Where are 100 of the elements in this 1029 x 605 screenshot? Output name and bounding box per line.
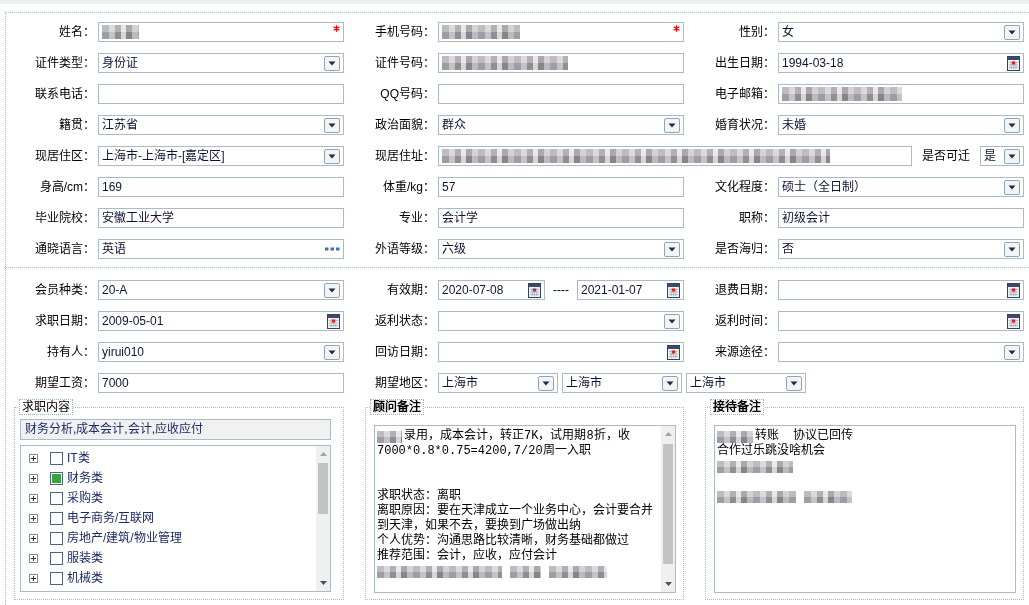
expand-icon[interactable]	[29, 573, 38, 583]
expand-icon[interactable]	[29, 553, 38, 563]
field-label: 政治面貌：	[374, 117, 436, 133]
date-field[interactable]	[778, 311, 1024, 331]
calendar-icon[interactable]	[327, 313, 340, 329]
date-field[interactable]	[438, 342, 684, 362]
scrollbar-thumb[interactable]	[663, 444, 673, 564]
select-field[interactable]: 上海市	[686, 373, 806, 393]
group-legend: 顾问备注	[370, 399, 424, 415]
text-field[interactable]	[438, 146, 912, 166]
notes-textarea[interactable]: 录用，成本会计，转正7K，试用期8折，收 7000*0.8*0.75=4200,7/20周一入职 求职状态：离职 离职原因：要在天津成立一个业务中心，会计要合并 到天津，如果不去，要换到广场做出纳 个人优势：沟通思路比较清晰，财务基础都做过 推荐范围：会计，应收，应付会计	[374, 425, 676, 593]
field-label: 婚育状况：	[714, 117, 776, 133]
category-label[interactable]: 电子商务/互联网	[67, 510, 155, 526]
select-field[interactable]	[438, 311, 684, 331]
text-field[interactable]	[778, 84, 1024, 104]
picker-field[interactable]: 英语	[98, 239, 344, 259]
scroll-down-icon[interactable]	[664, 582, 672, 586]
select-field[interactable]: 女	[778, 22, 1024, 42]
scrollbar-thumb[interactable]	[318, 463, 328, 514]
category-label[interactable]: 财务类	[67, 470, 103, 486]
field-label: 通晓语言：	[34, 241, 96, 257]
select-field[interactable]: 未婚	[778, 115, 1024, 135]
field-caption: 是否可迁	[922, 148, 970, 164]
text-field[interactable]: 57	[438, 177, 684, 197]
text-field[interactable]	[98, 84, 344, 104]
field-label: 文化程度：	[714, 179, 776, 195]
category-label[interactable]: 采购类	[67, 490, 103, 506]
blurred-text	[377, 430, 402, 443]
text-field[interactable]: 169	[98, 177, 344, 197]
scrollbar[interactable]	[661, 426, 675, 592]
field-label: 期望地区：	[374, 375, 436, 391]
calendar-icon[interactable]	[1007, 282, 1020, 298]
field-label: 证件类型：	[34, 55, 96, 71]
category-label[interactable]: 机械类	[67, 570, 103, 586]
field-label: 现居住址：	[374, 148, 436, 164]
text-field[interactable]	[438, 22, 684, 42]
select-field[interactable]: 20-A	[98, 280, 344, 300]
scrollbar[interactable]	[316, 446, 330, 591]
field-label: 毕业院校：	[34, 210, 96, 226]
field-label: 回访日期：	[374, 344, 436, 360]
text-field[interactable]: 初级会计	[778, 208, 1024, 228]
field-label: 专业：	[398, 210, 436, 226]
expand-icon[interactable]	[29, 473, 38, 483]
checkbox[interactable]	[50, 511, 63, 525]
checkbox[interactable]	[50, 491, 63, 505]
calendar-icon[interactable]	[1007, 55, 1020, 71]
field-label: 身高/cm：	[38, 179, 96, 195]
group-legend: 接待备注	[710, 399, 764, 415]
category-label[interactable]: 房地产/建筑/物业管理	[67, 530, 182, 546]
text-field[interactable]: 7000	[98, 373, 344, 393]
calendar-icon[interactable]	[667, 344, 680, 360]
select-field[interactable]: 否	[778, 239, 1024, 259]
select-field[interactable]: 上海市	[438, 373, 558, 393]
scroll-down-icon[interactable]	[319, 581, 327, 585]
field-label: 性别：	[738, 24, 776, 40]
expand-icon[interactable]	[29, 533, 38, 543]
date-field[interactable]: 1994-03-18	[778, 53, 1024, 73]
category-label[interactable]: 服装类	[67, 550, 103, 566]
notes-textarea[interactable]: 转账 协议已回传 合作过乐跳没啥机会	[714, 425, 1016, 593]
text-field[interactable]	[438, 53, 684, 73]
select-field[interactable]: 上海市-上海市-[嘉定区]	[98, 146, 344, 166]
text-field[interactable]: 会计学	[438, 208, 684, 228]
select-field[interactable]: 硕士（全日制）	[778, 177, 1024, 197]
text-field[interactable]	[438, 84, 684, 104]
checkbox[interactable]	[50, 531, 63, 545]
blurred-text	[549, 565, 607, 578]
group-legend: 求职内容	[19, 399, 73, 415]
date-field[interactable]: 2009-05-01	[98, 311, 344, 331]
field-label: 外语等级：	[374, 241, 436, 257]
select-field[interactable]: yirui010	[98, 342, 344, 362]
field-label: 持有人：	[46, 344, 96, 360]
date-field[interactable]	[778, 280, 1024, 300]
checkbox[interactable]	[50, 471, 63, 485]
category-label[interactable]: IT类	[67, 450, 90, 466]
date-field[interactable]: 2020-07-08	[438, 280, 545, 300]
field-label: 返利时间：	[714, 313, 776, 329]
checkbox[interactable]	[50, 571, 63, 585]
calendar-icon[interactable]	[528, 282, 541, 298]
checkbox[interactable]	[50, 551, 63, 565]
field-caption: ----	[553, 282, 569, 298]
expand-icon[interactable]	[29, 513, 38, 523]
select-field[interactable]: 江苏省	[98, 115, 344, 135]
date-field[interactable]: 2021-01-07	[577, 280, 684, 300]
select-field[interactable]	[778, 342, 1024, 362]
summary-field[interactable]: 财务分析,成本会计,会计,应收应付	[20, 419, 331, 440]
expand-icon[interactable]	[29, 453, 38, 463]
checkbox[interactable]	[50, 451, 63, 465]
expand-icon[interactable]	[29, 493, 38, 503]
ellipsis-icon[interactable]	[325, 247, 340, 251]
calendar-icon[interactable]	[667, 282, 680, 298]
select-field[interactable]: 六级	[438, 239, 684, 259]
select-field[interactable]: 是	[980, 146, 1024, 166]
select-field[interactable]: 上海市	[562, 373, 682, 393]
calendar-icon[interactable]	[1007, 313, 1020, 329]
text-field[interactable]: 安徽工业大学	[98, 208, 344, 228]
field-label: 职称：	[738, 210, 776, 226]
blurred-text	[717, 430, 753, 443]
text-field[interactable]	[98, 22, 344, 42]
select-field[interactable]: 身份证	[98, 53, 344, 73]
select-field[interactable]: 群众	[438, 115, 684, 135]
